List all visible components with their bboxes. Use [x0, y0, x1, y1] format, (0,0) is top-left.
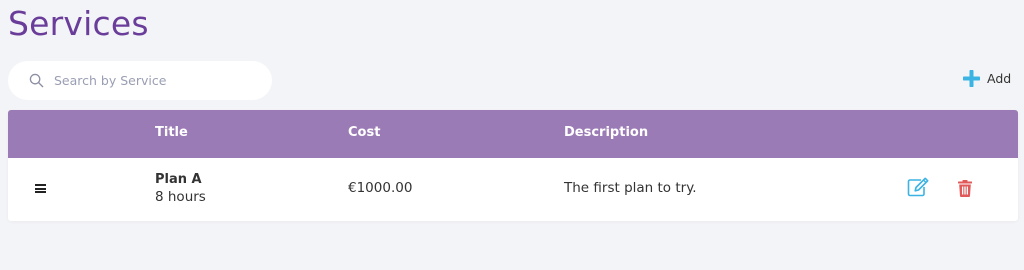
- add-button[interactable]: Add: [963, 70, 1011, 87]
- search-input[interactable]: [54, 61, 254, 100]
- table-row[interactable]: Plan A 8 hours €1000.00 The first plan t…: [8, 158, 1018, 221]
- column-header-cost[interactable]: Cost: [348, 125, 380, 140]
- trash-icon[interactable]: [958, 180, 972, 197]
- add-label: Add: [987, 71, 1012, 86]
- column-header-description[interactable]: Description: [564, 125, 648, 140]
- plus-icon: [963, 70, 980, 87]
- drag-handle-icon[interactable]: [35, 184, 46, 193]
- service-cost: €1000.00: [348, 180, 413, 196]
- table-header: Title Cost Description: [8, 110, 1018, 158]
- search-box[interactable]: [8, 61, 272, 100]
- services-table: Title Cost Description Plan A 8 hours €1…: [8, 110, 1018, 221]
- service-title-cell: Plan A 8 hours: [155, 172, 206, 206]
- service-duration: 8 hours: [155, 189, 206, 205]
- column-header-title[interactable]: Title: [155, 125, 188, 140]
- edit-icon[interactable]: [907, 177, 929, 197]
- service-title: Plan A: [155, 172, 202, 187]
- page-title: Services: [8, 4, 149, 43]
- search-icon: [29, 73, 44, 88]
- service-description: The first plan to try.: [564, 180, 697, 196]
